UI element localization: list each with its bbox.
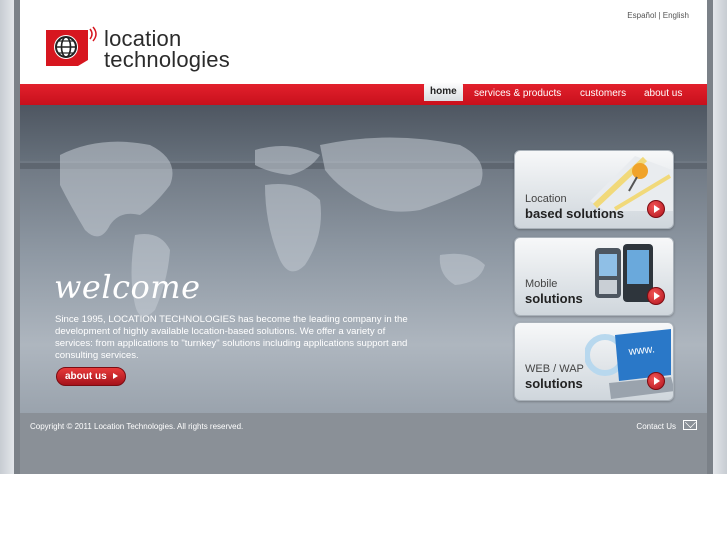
logo-wordmark: location technologies: [104, 26, 230, 72]
nav-about-us[interactable]: about us: [644, 84, 682, 105]
tile-web-wap-solutions[interactable]: www. WEB / WAP solutions: [514, 322, 674, 401]
header: Español | English location technologies: [20, 0, 707, 84]
envelope-icon[interactable]: [683, 420, 697, 430]
language-switcher: Español | English: [627, 11, 689, 20]
intro-paragraph: Since 1995, LOCATION TECHNOLOGIES has be…: [55, 314, 408, 361]
tile-location-solutions[interactable]: Location based solutions: [514, 150, 674, 229]
arrow-circle-icon: [647, 372, 665, 390]
logo-line-1: location: [104, 26, 182, 51]
hero-banner: welcome Since 1995, LOCATION TECHNOLOGIE…: [20, 105, 707, 413]
main-nav: home services & products customers about…: [20, 82, 707, 105]
welcome-heading: welcome: [54, 268, 201, 306]
tile-mobile-line1: Mobile: [525, 278, 558, 290]
lang-separator: |: [658, 11, 661, 20]
world-map-background: [60, 137, 485, 317]
contact-us-link[interactable]: Contact Us: [636, 422, 676, 431]
nav-services-products[interactable]: services & products: [474, 84, 561, 105]
tile-web-line1: WEB / WAP: [525, 363, 584, 375]
tile-location-line1: Location: [525, 193, 567, 205]
footer: Copyright © 2011 Location Technologies. …: [20, 413, 707, 471]
tile-location-line2: based solutions: [525, 206, 624, 221]
logo[interactable]: location technologies: [44, 26, 264, 74]
about-us-button[interactable]: about us: [56, 367, 126, 386]
tile-mobile-line2: solutions: [525, 291, 583, 306]
arrow-circle-icon: [647, 200, 665, 218]
laptop-icon: www.: [585, 329, 673, 399]
arrow-circle-icon: [647, 287, 665, 305]
arrow-right-icon: [113, 373, 118, 379]
nav-customers[interactable]: customers: [580, 84, 626, 105]
lang-english-link[interactable]: English: [663, 11, 689, 20]
nav-home[interactable]: home: [424, 82, 463, 101]
tile-mobile-solutions[interactable]: Mobile solutions: [514, 237, 674, 316]
logo-globe-icon: [46, 26, 97, 66]
lang-spanish-link[interactable]: Español: [627, 11, 656, 20]
tile-web-line2: solutions: [525, 376, 583, 391]
copyright-text: Copyright © 2011 Location Technologies. …: [30, 422, 244, 431]
logo-line-2: technologies: [104, 47, 230, 72]
about-us-button-label: about us: [65, 371, 107, 382]
